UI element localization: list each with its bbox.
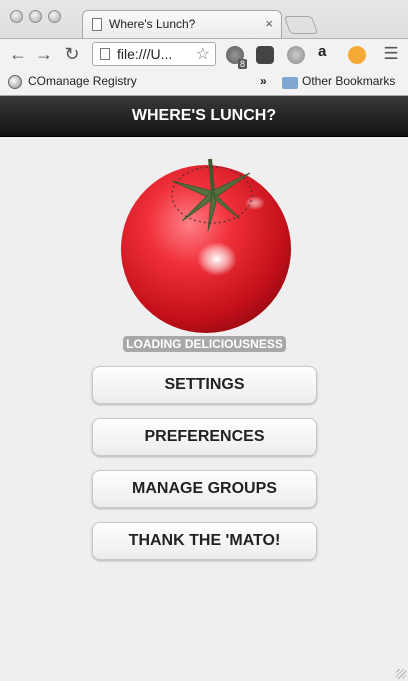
new-tab-button[interactable] <box>283 16 319 34</box>
close-window-button[interactable] <box>10 10 23 23</box>
bookmark-comanage[interactable]: COmanage Registry <box>28 74 137 88</box>
browser-chrome: Where's Lunch? × ← → ↻ file:///U... ☆ 8 … <box>0 0 408 96</box>
tomato-logo <box>121 158 291 333</box>
evernote-extension-icon[interactable] <box>256 46 274 64</box>
url-text: file:///U... <box>117 46 173 62</box>
address-bar[interactable]: file:///U... ☆ <box>92 42 216 66</box>
ninja-extension-icon[interactable] <box>348 46 366 64</box>
bookmarks-bar: COmanage Registry » Other Bookmarks <box>0 70 408 96</box>
page-title: WHERE'S LUNCH? <box>131 107 277 124</box>
settings-button[interactable]: SETTINGS <box>92 366 317 404</box>
minimize-window-button[interactable] <box>29 10 42 23</box>
browser-tab[interactable]: Where's Lunch? × <box>82 10 282 38</box>
reload-icon[interactable]: ↻ <box>62 44 82 65</box>
page-icon <box>100 48 110 60</box>
folder-icon <box>282 77 298 89</box>
bookmarks-overflow-icon[interactable]: » <box>260 74 267 88</box>
tab-close-icon[interactable]: × <box>265 16 273 31</box>
menu-icon[interactable]: ☰ <box>381 44 401 64</box>
extension-badge: 8 <box>238 59 248 69</box>
manage-groups-button[interactable]: MANAGE GROUPS <box>92 470 317 508</box>
amazon-icon[interactable]: a <box>318 43 336 61</box>
browser-toolbar: ← → ↻ file:///U... ☆ 8 a ☰ <box>0 38 408 71</box>
loading-label: LOADING DELICIOUSNESS <box>123 336 286 352</box>
back-icon[interactable]: ← <box>8 44 28 65</box>
resize-grip-icon[interactable] <box>396 669 406 679</box>
main-content: LOADING DELICIOUSNESS SETTINGS PREFERENC… <box>0 137 408 681</box>
app-header: WHERE'S LUNCH? <box>0 96 408 137</box>
other-bookmarks[interactable]: Other Bookmarks <box>302 74 395 88</box>
download-extension-icon[interactable] <box>287 46 305 64</box>
tab-title: Where's Lunch? <box>109 17 196 31</box>
globe-icon <box>8 75 22 89</box>
page-icon <box>92 18 102 31</box>
bookmark-star-icon[interactable]: ☆ <box>196 44 210 64</box>
window-controls <box>10 10 61 23</box>
preferences-button[interactable]: PREFERENCES <box>92 418 317 456</box>
thank-the-mato-button[interactable]: THANK THE 'MATO! <box>92 522 317 560</box>
zoom-window-button[interactable] <box>48 10 61 23</box>
forward-icon[interactable]: → <box>34 44 54 65</box>
